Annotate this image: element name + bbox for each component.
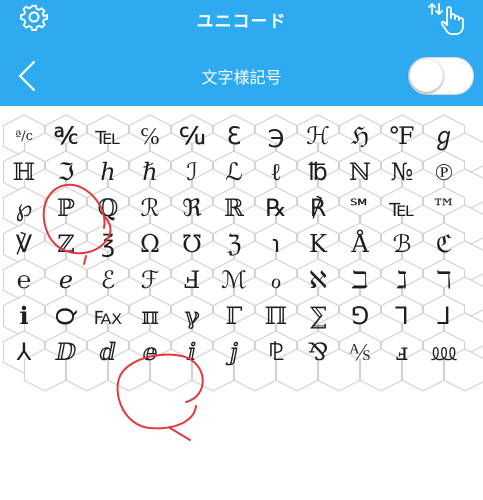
gear-icon[interactable]: [20, 3, 48, 31]
symbol-cell[interactable]: ℗: [419, 154, 469, 190]
symbol-cell[interactable]: ℭ: [419, 226, 469, 262]
symbol-cell[interactable]: ™: [419, 190, 469, 226]
symbol-cell[interactable]: ⅏: [419, 334, 469, 370]
symbol-cell[interactable]: ⅃: [419, 298, 469, 334]
toggle-knob[interactable]: [410, 59, 443, 92]
symbol-cell[interactable]: ℊ: [419, 118, 469, 154]
app-title: ユニコード: [196, 12, 287, 32]
symbol-cell[interactable]: ℸ: [419, 262, 469, 298]
symbol-hex-grid: ª/c ℀ ℡ ℅ ℆ ℇ ℈ ℋ ℌ ℉ ℊ ℍ ℑℎ ℏ ℐ ℒℓ ℔ ℕ № ℗ ℘ ℙ ℚ ℛ ℜ ℝ ℞ ℟ ℠ ℡ ™ ℣ ℤ ℥ Ω ℧…: [0, 106, 483, 500]
top-bar: ユニコード 文字様記号: [0, 0, 483, 106]
toggle-switch[interactable]: [408, 57, 474, 95]
touch-swipe-icon[interactable]: [426, 0, 466, 36]
